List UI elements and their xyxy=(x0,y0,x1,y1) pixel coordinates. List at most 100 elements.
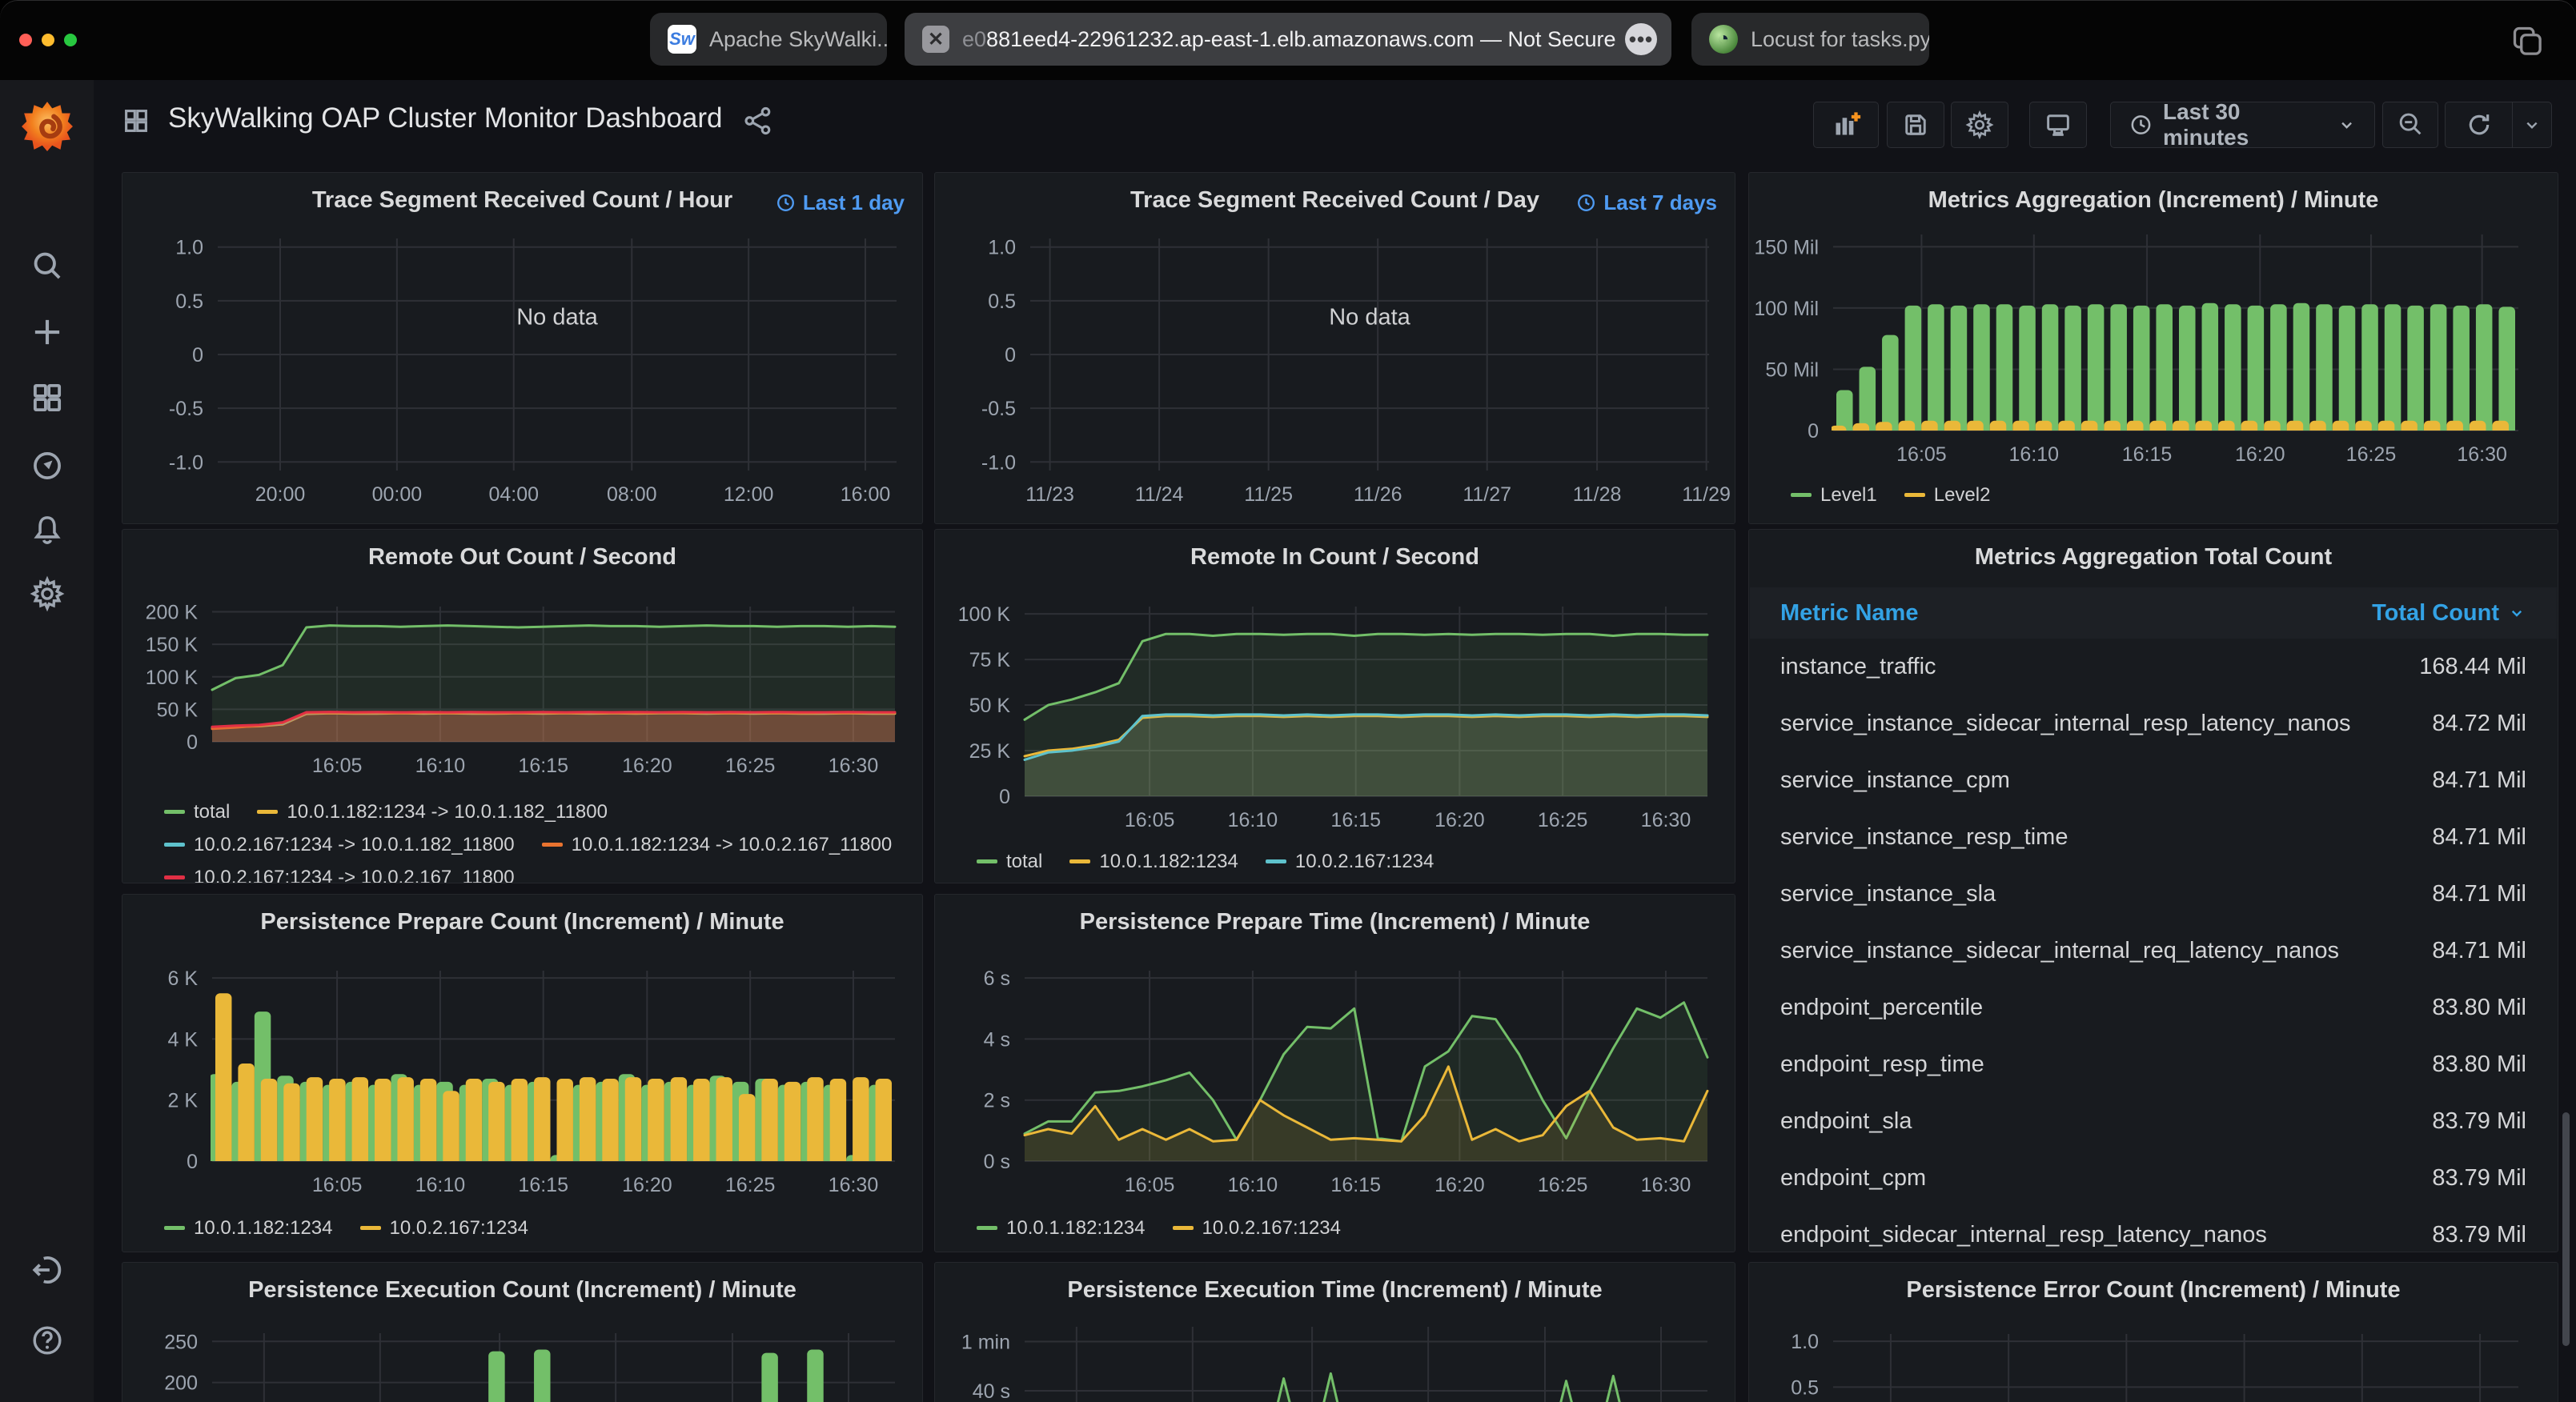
refresh-button-group[interactable] xyxy=(2445,102,2552,148)
dashboards-icon[interactable] xyxy=(0,366,94,430)
table-column-metric-name[interactable]: Metric Name xyxy=(1780,600,1918,627)
chart-prepare-count: 16:0516:1016:1516:2016:2516:306 K4 K2 K0 xyxy=(122,895,922,1252)
svg-text:16:05: 16:05 xyxy=(312,755,363,777)
window-close-button[interactable] xyxy=(19,34,32,46)
total-count-cell: 84.71 Mil xyxy=(2432,767,2526,794)
time-picker-button[interactable]: Last 30 minutes xyxy=(2110,102,2375,148)
page-scrollbar-thumb[interactable] xyxy=(2562,1112,2570,1346)
svg-text:40 s: 40 s xyxy=(973,1380,1010,1402)
legend-item[interactable]: Level2 xyxy=(1904,483,1991,507)
table-column-total-count[interactable]: Total Count xyxy=(2372,600,2526,627)
alerting-bell-icon[interactable] xyxy=(0,498,94,562)
refresh-interval-chevron-icon[interactable] xyxy=(2513,114,2551,135)
legend-series-dash xyxy=(164,875,185,879)
dashboard-title[interactable]: SkyWalking OAP Cluster Monitor Dashboard xyxy=(168,102,723,134)
metric-name-cell: endpoint_resp_time xyxy=(1780,1052,1984,1078)
svg-text:16:15: 16:15 xyxy=(518,755,568,777)
svg-text:16:25: 16:25 xyxy=(725,1174,776,1196)
metric-name-cell: service_instance_sla xyxy=(1780,881,1996,907)
legend-item[interactable]: 10.0.2.167:1234 -> 10.0.1.182_11800 xyxy=(164,833,515,856)
save-icon xyxy=(1901,110,1930,139)
table-row: endpoint_percentile83.80 Mil xyxy=(1750,979,2557,1036)
chart-remote-in: 16:0516:1016:1516:2016:2516:30100 K75 K5… xyxy=(935,530,1735,883)
svg-text:No data: No data xyxy=(1329,304,1410,330)
legend-item[interactable]: 10.0.2.167:1234 xyxy=(360,1216,529,1240)
save-dashboard-button[interactable] xyxy=(1887,102,1944,148)
svg-text:150 K: 150 K xyxy=(146,634,199,656)
add-panel-button[interactable] xyxy=(1813,102,1879,148)
legend-item[interactable]: 10.0.2.167:1234 xyxy=(1173,1216,1342,1240)
svg-text:00:00: 00:00 xyxy=(372,483,423,506)
svg-text:12:00: 12:00 xyxy=(724,483,774,506)
svg-text:6 s: 6 s xyxy=(984,967,1010,990)
panel-trace-segment-day: Trace Segment Received Count / Day Last … xyxy=(934,172,1735,524)
table-row: service_instance_cpm84.71 Mil xyxy=(1750,752,2557,809)
svg-text:16:10: 16:10 xyxy=(2009,443,2060,466)
total-count-cell: 168.44 Mil xyxy=(2419,654,2526,680)
chart-legend: total 10.0.1.182:1234 -> 10.0.1.182_11800… xyxy=(164,800,911,883)
legend-item[interactable]: 10.0.1.182:1234 -> 10.0.1.182_11800 xyxy=(257,800,608,823)
window-zoom-button[interactable] xyxy=(64,34,77,46)
svg-text:150 Mil: 150 Mil xyxy=(1754,236,1819,258)
zoom-out-time-button[interactable] xyxy=(2382,102,2438,148)
dashboard-grid-icon[interactable] xyxy=(122,106,150,139)
chart-prepare-time: 16:0516:1016:1516:2016:2516:306 s4 s2 s0… xyxy=(935,895,1735,1252)
locust-favicon: ◔ xyxy=(1709,25,1738,54)
svg-text:0.5: 0.5 xyxy=(1791,1376,1819,1399)
search-icon[interactable] xyxy=(0,234,94,298)
total-count-cell: 84.71 Mil xyxy=(2432,881,2526,907)
panel-title[interactable]: Metrics Aggregation Total Count xyxy=(1749,544,2558,571)
svg-text:-1.0: -1.0 xyxy=(169,451,203,474)
svg-text:16:05: 16:05 xyxy=(312,1174,363,1196)
legend-item[interactable]: total xyxy=(164,800,230,823)
legend-item[interactable]: 10.0.1.182:1234 -> 10.0.2.167_11800 xyxy=(542,833,893,856)
legend-item[interactable]: 10.0.2.167:1234 -> 10.0.2.167_11800 xyxy=(164,866,515,883)
panel-remote-in-count: Remote In Count / Second 16:0516:1016:15… xyxy=(934,529,1735,883)
legend-item[interactable]: Level1 xyxy=(1791,483,1877,507)
svg-text:-0.5: -0.5 xyxy=(981,398,1016,420)
svg-text:0: 0 xyxy=(187,731,198,754)
help-icon[interactable] xyxy=(0,1308,94,1372)
dashboard-settings-button[interactable] xyxy=(1951,102,2008,148)
chart-legend: 10.0.1.182:1234 10.0.2.167:1234 xyxy=(977,1216,1723,1240)
tab-close-icon[interactable]: ✕ xyxy=(922,26,949,53)
explore-compass-icon[interactable] xyxy=(0,434,94,498)
svg-text:0: 0 xyxy=(192,344,203,367)
svg-text:16:25: 16:25 xyxy=(725,755,776,777)
total-count-cell: 83.80 Mil xyxy=(2432,995,2526,1021)
chart-error-count: 1.00.50-0.5-1.0 xyxy=(1749,1263,2558,1402)
tab-more-icon[interactable]: ••• xyxy=(1625,23,1657,55)
legend-item[interactable]: 10.0.2.167:1234 xyxy=(1266,850,1434,873)
svg-text:16:30: 16:30 xyxy=(1641,809,1691,831)
legend-item[interactable]: 10.0.1.182:1234 xyxy=(977,1216,1146,1240)
svg-text:2 K: 2 K xyxy=(167,1090,198,1112)
browser-tab-skywalking[interactable]: Sw Apache SkyWalki... xyxy=(650,13,887,66)
sort-desc-chevron-icon xyxy=(2507,603,2526,623)
legend-item[interactable]: 10.0.1.182:1234 xyxy=(164,1216,333,1240)
legend-series-label: 10.0.1.182:1234 xyxy=(194,1216,333,1240)
svg-text:No data: No data xyxy=(516,304,598,330)
refresh-icon[interactable] xyxy=(2446,110,2512,139)
legend-item[interactable]: 10.0.1.182:1234 xyxy=(1069,850,1238,873)
legend-series-label: 10.0.2.167:1234 xyxy=(390,1216,529,1240)
add-panel-icon xyxy=(1830,109,1862,141)
svg-text:11/23: 11/23 xyxy=(1025,483,1074,506)
window-minimize-button[interactable] xyxy=(42,34,54,46)
legend-item[interactable]: total xyxy=(977,850,1042,873)
svg-text:25 K: 25 K xyxy=(969,740,1011,763)
create-plus-icon[interactable] xyxy=(0,300,94,364)
legend-series-label: 10.0.1.182:1234 xyxy=(1006,1216,1146,1240)
configuration-gear-icon[interactable] xyxy=(0,562,94,626)
table-row: endpoint_cpm83.79 Mil xyxy=(1750,1150,2557,1207)
svg-text:16:20: 16:20 xyxy=(622,1174,672,1196)
svg-text:16:30: 16:30 xyxy=(829,755,879,777)
share-icon[interactable] xyxy=(743,106,773,140)
sign-in-icon[interactable] xyxy=(0,1238,94,1302)
cycle-view-mode-button[interactable] xyxy=(2029,102,2087,148)
browser-tab-active-url[interactable]: ✕ e0881eed4-22961232.ap-east-1.elb.amazo… xyxy=(905,13,1671,66)
tab-overview-icon[interactable] xyxy=(2510,24,2546,63)
legend-series-label: 10.0.1.182:1234 -> 10.0.1.182_11800 xyxy=(287,800,608,823)
browser-tab-locust[interactable]: ◔ Locust for tasks.py xyxy=(1691,13,1929,66)
panel-metrics-total-count-table: Metrics Aggregation Total Count Metric N… xyxy=(1748,529,2558,1252)
grafana-logo[interactable] xyxy=(0,94,94,158)
